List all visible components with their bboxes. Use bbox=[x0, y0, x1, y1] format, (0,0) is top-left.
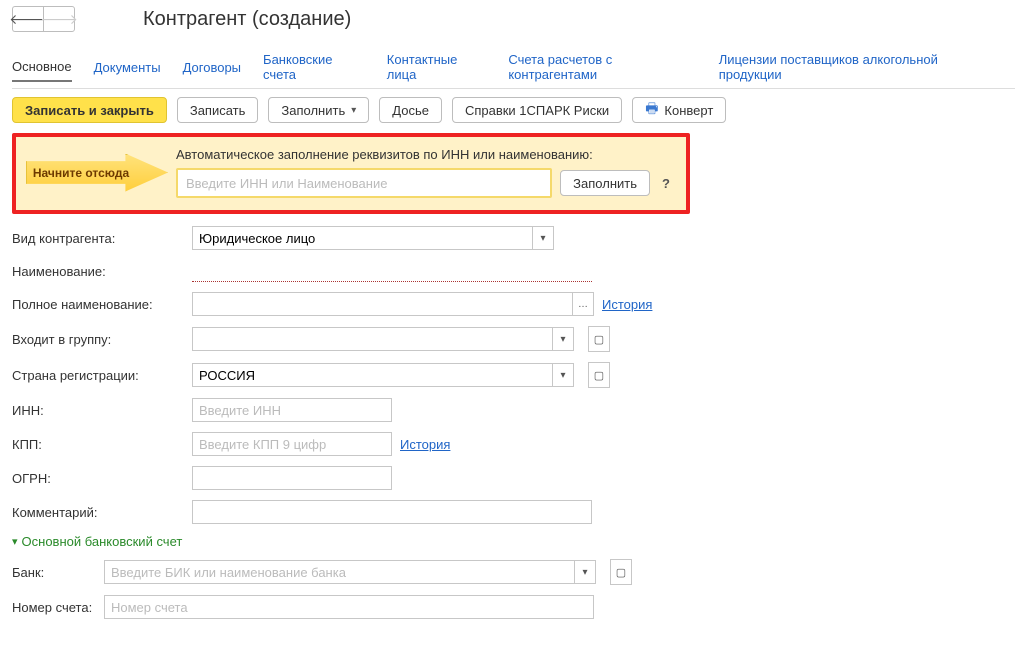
comment-input[interactable] bbox=[192, 500, 592, 524]
kpp-history-link[interactable]: История bbox=[400, 437, 450, 452]
chevron-down-icon: ▾ bbox=[12, 535, 18, 548]
printer-icon: 🖶 bbox=[645, 98, 658, 122]
tab-main[interactable]: Основное bbox=[12, 53, 72, 82]
country-input[interactable] bbox=[192, 363, 552, 387]
group-dropdown-button[interactable]: ▾ bbox=[552, 327, 574, 351]
ogrn-input[interactable] bbox=[192, 466, 392, 490]
group-input[interactable] bbox=[192, 327, 552, 351]
group-open-button[interactable]: ▢ bbox=[588, 326, 610, 352]
autofill-button[interactable]: Заполнить bbox=[560, 170, 650, 196]
start-here-arrow: Начните отсюда bbox=[16, 148, 176, 198]
inn-input[interactable] bbox=[192, 398, 392, 422]
group-label: Входит в группу: bbox=[12, 332, 192, 347]
bank-input[interactable] bbox=[104, 560, 574, 584]
country-label: Страна регистрации: bbox=[12, 368, 192, 383]
account-input[interactable] bbox=[104, 595, 594, 619]
name-label: Наименование: bbox=[12, 264, 192, 279]
kpp-input[interactable] bbox=[192, 432, 392, 456]
tab-contacts[interactable]: Контактные лица bbox=[387, 46, 487, 88]
ogrn-label: ОГРН: bbox=[12, 471, 192, 486]
type-label: Вид контрагента: bbox=[12, 231, 192, 246]
save-and-close-button[interactable]: Записать и закрыть bbox=[12, 97, 167, 123]
chevron-down-icon: ▾ bbox=[560, 334, 565, 345]
chevron-down-icon: ▾ bbox=[540, 233, 545, 244]
chevron-down-icon: ▾ bbox=[351, 105, 356, 116]
type-select[interactable] bbox=[192, 226, 532, 250]
bank-dropdown-button[interactable]: ▾ bbox=[574, 560, 596, 584]
tabs-bar: Основное Документы Договоры Банковские с… bbox=[12, 46, 1015, 89]
tab-alcohol-licenses[interactable]: Лицензии поставщиков алкогольной продукц… bbox=[719, 46, 993, 88]
form: Вид контрагента: ▾ Наименование: Полное … bbox=[12, 226, 1015, 619]
start-here-label: Начните отсюда bbox=[33, 166, 159, 180]
fill-menu-button[interactable]: Заполнить ▾ bbox=[268, 97, 369, 123]
autofill-input[interactable] bbox=[176, 168, 552, 198]
save-button[interactable]: Записать bbox=[177, 97, 259, 123]
chevron-down-icon: ▾ bbox=[560, 370, 565, 381]
open-icon: ▢ bbox=[594, 333, 604, 346]
type-dropdown-button[interactable]: ▾ bbox=[532, 226, 554, 250]
ellipsis-icon: … bbox=[578, 299, 588, 310]
start-here-callout: Начните отсюда Автоматическое заполнение… bbox=[12, 133, 690, 214]
arrow-right-icon: 🡒 bbox=[40, 11, 78, 28]
tab-documents[interactable]: Документы bbox=[94, 54, 161, 81]
bank-section-toggle[interactable]: ▾ Основной банковский счет bbox=[12, 534, 182, 549]
spark-button[interactable]: Справки 1СПАРК Риски bbox=[452, 97, 622, 123]
nav-forward-button[interactable]: 🡒 bbox=[43, 6, 75, 32]
open-icon: ▢ bbox=[616, 566, 626, 579]
inn-label: ИНН: bbox=[12, 403, 192, 418]
name-input[interactable] bbox=[192, 260, 592, 282]
envelope-button[interactable]: 🖶 Конверт bbox=[632, 97, 726, 123]
full-name-label: Полное наименование: bbox=[12, 297, 192, 312]
full-name-input[interactable] bbox=[192, 292, 572, 316]
comment-label: Комментарий: bbox=[12, 505, 192, 520]
bank-label: Банк: bbox=[12, 565, 104, 580]
dossier-button[interactable]: Досье bbox=[379, 97, 442, 123]
kpp-label: КПП: bbox=[12, 437, 192, 452]
bank-section-title: Основной банковский счет bbox=[22, 534, 183, 549]
account-label: Номер счета: bbox=[12, 600, 104, 615]
full-name-history-link[interactable]: История bbox=[602, 297, 652, 312]
envelope-button-label: Конверт bbox=[664, 103, 713, 118]
tab-settlement-accounts[interactable]: Счета расчетов с контрагентами bbox=[508, 46, 696, 88]
tab-bank-accounts[interactable]: Банковские счета bbox=[263, 46, 365, 88]
chevron-down-icon: ▾ bbox=[582, 567, 587, 578]
country-open-button[interactable]: ▢ bbox=[588, 362, 610, 388]
fill-menu-label: Заполнить bbox=[281, 103, 345, 118]
open-icon: ▢ bbox=[594, 369, 604, 382]
tab-contracts[interactable]: Договоры bbox=[183, 54, 241, 81]
help-icon[interactable]: ? bbox=[658, 176, 674, 191]
autofill-hint-label: Автоматическое заполнение реквизитов по … bbox=[176, 147, 674, 162]
bank-open-button[interactable]: ▢ bbox=[610, 559, 632, 585]
toolbar: Записать и закрыть Записать Заполнить ▾ … bbox=[12, 97, 1015, 123]
country-dropdown-button[interactable]: ▾ bbox=[552, 363, 574, 387]
full-name-ellipsis-button[interactable]: … bbox=[572, 292, 594, 316]
nav-back-button[interactable]: 🡐 bbox=[12, 6, 43, 32]
page-title: Контрагент (создание) bbox=[143, 8, 351, 31]
